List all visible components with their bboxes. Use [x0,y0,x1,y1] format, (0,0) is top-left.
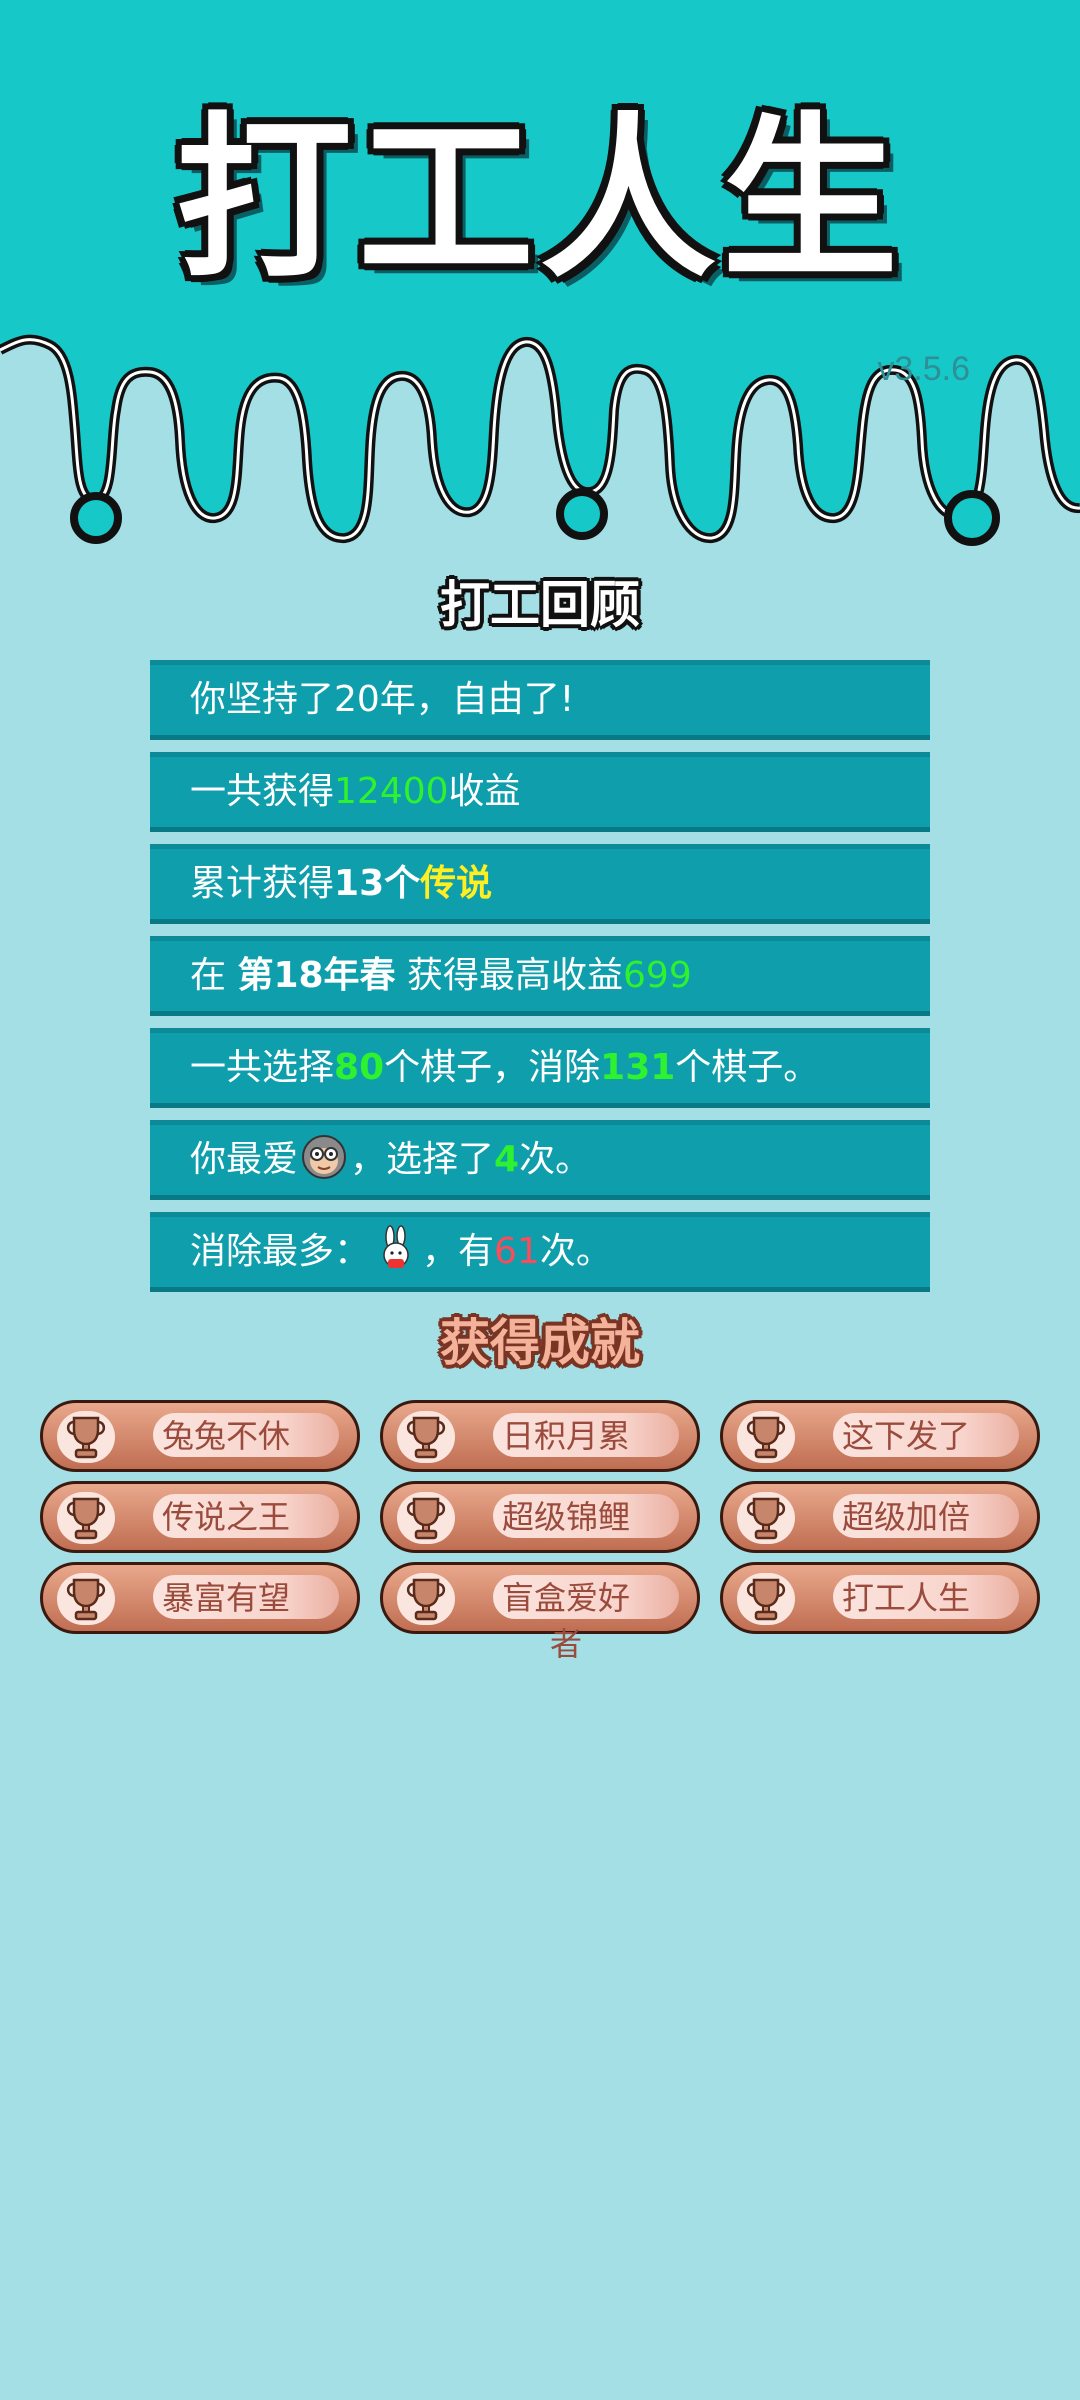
achievement-badge[interactable]: 兔兔不休 [40,1400,360,1472]
stat-text: 次。 [539,1231,612,1272]
trophy-icon [397,1411,455,1463]
legend-tag: 传说 [420,863,493,904]
stat-text: 在 [190,955,238,996]
achievement-badge[interactable]: 这下发了 [720,1400,1040,1472]
achievements-title: 获得成就 [440,1314,640,1372]
achievement-badge[interactable]: 日积月累 [380,1400,700,1472]
trophy-icon [397,1573,455,1625]
stat-row-best: 在 第18年春 获得最高收益699 [150,936,930,1016]
stat-text: 次。 [519,1139,592,1180]
stat-text: 获得最高收益 [395,955,624,996]
stat-text: 个棋子。 [675,1047,820,1088]
legend-count: 13个 [334,863,421,904]
monkey-icon [300,1133,348,1181]
achievement-badge[interactable]: 打工人生 [720,1562,1040,1634]
stat-row-most-removed: 消除最多： ，有61次。 [150,1212,930,1292]
stat-text: 一共选择 [190,1047,335,1088]
stat-text: 消除最多： [190,1231,371,1272]
stat-text: ，有 [422,1231,495,1272]
achievement-label: 打工人生 [833,1575,1019,1619]
achievement-badge[interactable]: 传说之王 [40,1481,360,1553]
achievement-badge[interactable]: 超级锦鲤 [380,1481,700,1553]
achievement-label: 这下发了 [833,1413,1019,1457]
achievement-label: 暴富有望 [153,1575,339,1619]
stat-row-years: 你坚持了20年，自由了! [150,660,930,740]
stat-row-favorite: 你最爱 ，选择了4次。 [150,1120,930,1200]
best-season: 第18年春 [237,955,396,996]
favorite-count: 4 [494,1139,520,1180]
trophy-icon [737,1492,795,1544]
achievement-badge[interactable]: 超级加倍 [720,1481,1040,1553]
stat-text: ，选择了 [350,1139,495,1180]
stat-text: 你坚持了20年，自由了! [190,679,575,720]
trophy-icon [737,1411,795,1463]
achievement-label: 超级加倍 [833,1494,1019,1538]
trophy-icon [57,1573,115,1625]
trophy-icon [57,1492,115,1544]
header: 打工人生 v3.5.6 [0,0,1080,560]
achievement-label: 盲盒爱好者 [493,1575,679,1663]
best-value: 699 [623,955,692,996]
most-removed-count: 61 [494,1231,540,1272]
rabbit-icon [372,1225,420,1273]
chosen-count: 80 [334,1047,385,1088]
achievement-label: 传说之王 [153,1494,339,1538]
stat-text: 累计获得 [190,863,335,904]
trophy-icon [57,1411,115,1463]
achievement-label: 日积月累 [493,1413,679,1457]
achievement-badge[interactable]: 暴富有望 [40,1562,360,1634]
stat-text: 个棋子，消除 [384,1047,601,1088]
game-title: 打工人生 [175,97,904,302]
review-title: 打工回顾 [440,576,640,634]
stat-text: 一共获得 [190,771,335,812]
stat-row-pieces: 一共选择80个棋子，消除131个棋子。 [150,1028,930,1108]
income-value: 12400 [334,771,449,812]
stat-row-legend: 累计获得13个传说 [150,844,930,924]
stat-text: 收益 [448,771,521,812]
version-label: v3.5.6 [877,350,970,388]
achievement-badge[interactable]: 盲盒爱好者 [380,1562,700,1663]
removed-count: 131 [600,1047,676,1088]
trophy-icon [737,1573,795,1625]
achievement-label: 兔兔不休 [153,1413,339,1457]
stat-text: 你最爱 [190,1139,299,1180]
trophy-icon [397,1492,455,1544]
stat-row-income: 一共获得12400收益 [150,752,930,832]
achievement-label: 超级锦鲤 [493,1494,679,1538]
